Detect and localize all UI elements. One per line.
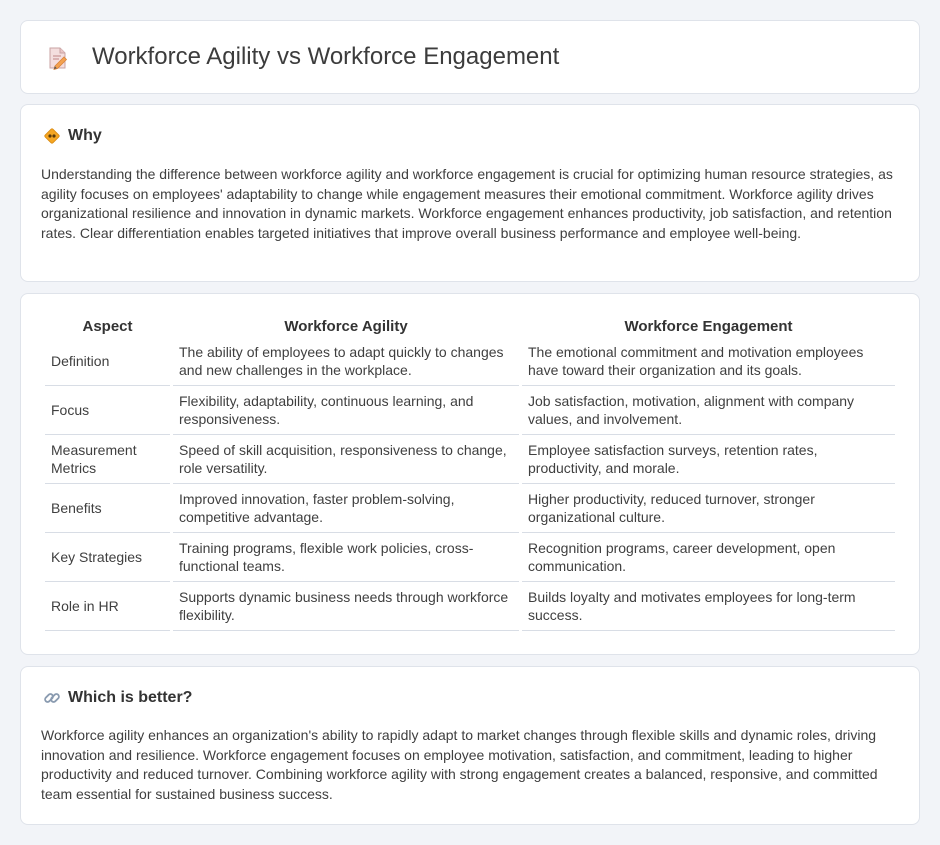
- better-title: Which is better?: [68, 689, 193, 706]
- why-title: Why: [68, 127, 102, 144]
- cell-engagement: The emotional commitment and motivation …: [522, 337, 895, 386]
- page-title: Workforce Agility vs Workforce Engagemen…: [92, 43, 560, 70]
- cell-engagement: Employee satisfaction surveys, retention…: [522, 435, 895, 484]
- better-heading: Which is better?: [43, 689, 192, 707]
- cell-aspect: Role in HR: [45, 582, 170, 631]
- which-is-better-section: Which is better? Workforce agility enhan…: [20, 666, 920, 825]
- table-row: Measurement Metrics Speed of skill acqui…: [45, 435, 895, 484]
- table-row: Role in HR Supports dynamic business nee…: [45, 582, 895, 631]
- cell-aspect: Definition: [45, 337, 170, 386]
- cell-aspect: Benefits: [45, 484, 170, 533]
- why-heading: Why: [43, 127, 102, 145]
- column-header-engagement: Workforce Engagement: [624, 318, 793, 335]
- cell-agility: Speed of skill acquisition, responsivene…: [173, 435, 519, 484]
- cell-engagement: Job satisfaction, motivation, alignment …: [522, 386, 895, 435]
- table-row: Definition The ability of employees to a…: [45, 337, 895, 386]
- column-header-agility: Workforce Agility: [284, 318, 408, 335]
- link-icon: [44, 693, 60, 703]
- cell-aspect: Key Strategies: [45, 533, 170, 582]
- cell-agility: Supports dynamic business needs through …: [173, 582, 519, 631]
- cell-agility: Flexibility, adaptability, continuous le…: [173, 386, 519, 435]
- comparison-section: Aspect Workforce Agility Workforce Engag…: [20, 293, 920, 655]
- cell-agility: The ability of employees to adapt quickl…: [173, 337, 519, 386]
- cell-agility: Improved innovation, faster problem-solv…: [173, 484, 519, 533]
- cell-aspect: Focus: [45, 386, 170, 435]
- table-row: Focus Flexibility, adaptability, continu…: [45, 386, 895, 435]
- why-text: Understanding the difference between wor…: [41, 166, 893, 241]
- comparison-table: Aspect Workforce Agility Workforce Engag…: [42, 317, 898, 631]
- cell-engagement: Recognition programs, career development…: [522, 533, 895, 582]
- better-text: Workforce agility enhances an organizati…: [41, 727, 878, 802]
- cell-aspect: Measurement Metrics: [45, 435, 170, 484]
- why-section: Why Understanding the difference between…: [20, 104, 920, 282]
- table-row: Key Strategies Training programs, flexib…: [45, 533, 895, 582]
- column-header-aspect: Aspect: [82, 318, 133, 335]
- diamond-sign-icon: [44, 128, 60, 144]
- table-row: Benefits Improved innovation, faster pro…: [45, 484, 895, 533]
- document-pencil-icon: [49, 47, 68, 70]
- table-header-row: Aspect Workforce Agility Workforce Engag…: [45, 317, 895, 337]
- header-card: Workforce Agility vs Workforce Engagemen…: [20, 20, 920, 94]
- cell-agility: Training programs, flexible work policie…: [173, 533, 519, 582]
- cell-engagement: Higher productivity, reduced turnover, s…: [522, 484, 895, 533]
- cell-engagement: Builds loyalty and motivates employees f…: [522, 582, 895, 631]
